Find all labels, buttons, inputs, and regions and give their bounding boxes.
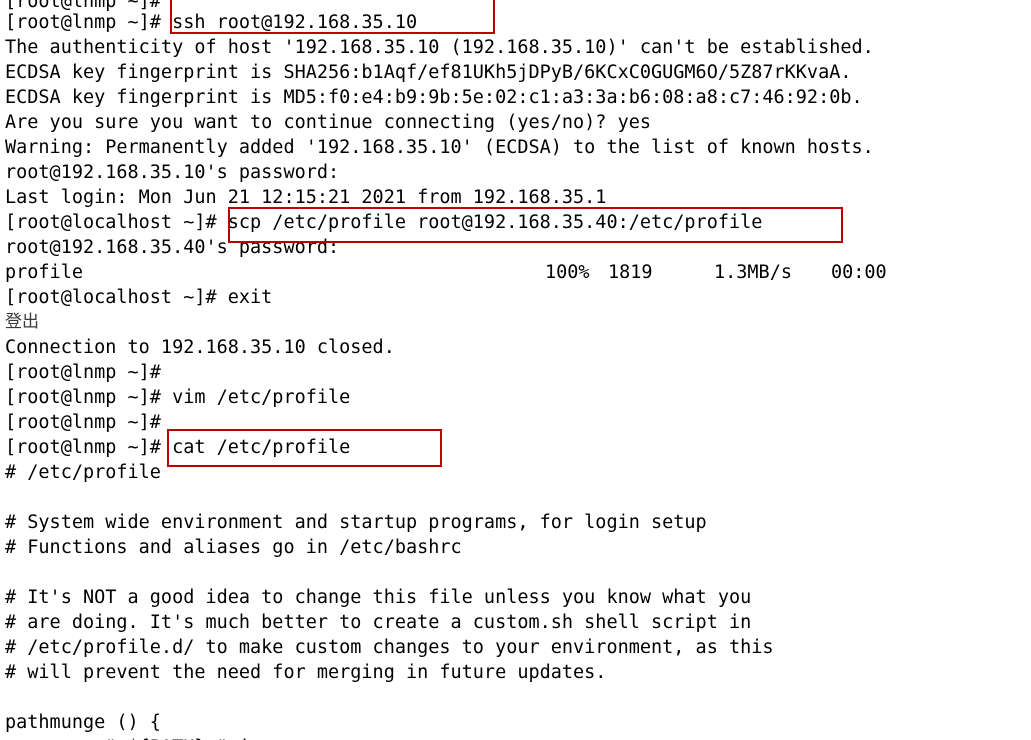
terminal-output-area[interactable]: [root@lnmp ~]# [root@lnmp ~]# ssh root@1… (0, 0, 1031, 740)
terminal-line: The authenticity of host '192.168.35.10 … (5, 37, 874, 58)
terminal-line: ECDSA key fingerprint is SHA256:b1Aqf/ef… (5, 62, 852, 83)
terminal-screenshot: [root@lnmp ~]# [root@lnmp ~]# ssh root@1… (0, 0, 1031, 740)
terminal-line: Warning: Permanently added '192.168.35.1… (5, 137, 874, 158)
transfer-percent: 100% (545, 262, 590, 283)
terminal-line: Connection to 192.168.35.10 closed. (5, 337, 395, 358)
terminal-line-cat-command: [root@lnmp ~]# cat /etc/profile (5, 437, 351, 458)
terminal-line: # are doing. It's much better to create … (5, 612, 752, 633)
transfer-rate: 1.3MB/s (714, 262, 792, 283)
terminal-line: # /etc/profile (5, 462, 161, 483)
transfer-elapsed-time: 00:00 (831, 262, 887, 283)
terminal-line: # It's NOT a good idea to change this fi… (5, 587, 752, 608)
terminal-line: # Functions and aliases go in /etc/bashr… (5, 537, 462, 558)
terminal-line-pathmunge-function: pathmunge () { (5, 712, 161, 733)
terminal-line: [root@lnmp ~]# (5, 412, 161, 433)
terminal-line: # /etc/profile.d/ to make custom changes… (5, 637, 774, 658)
terminal-line-password-prompt: root@192.168.35.40's password: (5, 237, 340, 258)
terminal-line-logout-message: 登出 (5, 312, 39, 332)
terminal-line-vim-command: [root@lnmp ~]# vim /etc/profile (5, 387, 351, 408)
terminal-line: Last login: Mon Jun 21 12:15:21 2021 fro… (5, 187, 607, 208)
transfer-bytes: 1819 (608, 262, 653, 283)
terminal-line-exit-command: [root@localhost ~]# exit (5, 287, 273, 308)
terminal-line-transfer-filename: profile (5, 262, 83, 283)
terminal-line-password-prompt: root@192.168.35.10's password: (5, 162, 340, 183)
terminal-line: # will prevent the need for merging in f… (5, 662, 607, 683)
terminal-line: [root@lnmp ~]# (5, 362, 161, 383)
terminal-line-scp-command: [root@localhost ~]# scp /etc/profile roo… (5, 212, 763, 233)
terminal-line: case ":${PATH}:" in (5, 735, 262, 740)
terminal-line-ssh-command: [root@lnmp ~]# ssh root@192.168.35.10 (5, 12, 418, 33)
terminal-line: # System wide environment and startup pr… (5, 512, 707, 533)
terminal-line: Are you sure you want to continue connec… (5, 112, 652, 133)
terminal-line: ECDSA key fingerprint is MD5:f0:e4:b9:9b… (5, 87, 863, 108)
